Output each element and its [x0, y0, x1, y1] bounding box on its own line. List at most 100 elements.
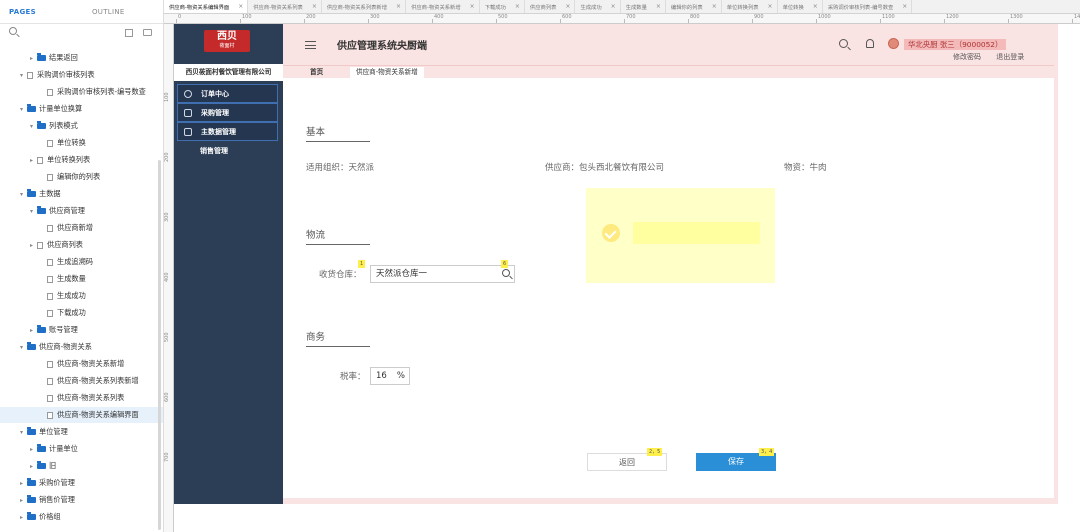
chevron-right-icon[interactable]: ▸	[28, 463, 35, 470]
editor-tab[interactable]: 供应商-物资关系新增 ×	[406, 0, 480, 13]
tree-item[interactable]: 生成追溯码	[0, 254, 163, 270]
avatar[interactable]	[888, 38, 899, 49]
editor-tab[interactable]: 供应商列表 ×	[525, 0, 576, 13]
close-icon[interactable]: ×	[656, 3, 661, 10]
tree-item[interactable]: ▾ 供应商管理	[0, 203, 163, 219]
tab-pages[interactable]: PAGES	[9, 8, 36, 16]
note-badge: 2，5	[647, 448, 663, 456]
chevron-down-icon[interactable]: ▾	[18, 429, 25, 436]
tree-item[interactable]: ▸ 计量单位	[0, 441, 163, 457]
tree-item[interactable]: ▾ 采购调价审核列表	[0, 67, 163, 83]
chevron-right-icon[interactable]: ▸	[28, 446, 35, 453]
ruler-label: 100	[242, 14, 252, 20]
tree-item-label: 列表模式	[49, 121, 78, 130]
chevron-down-icon[interactable]: ▾	[18, 191, 25, 198]
menu-item-sales[interactable]: 销售管理	[177, 141, 278, 160]
add-page-icon[interactable]	[125, 29, 133, 37]
tree-item[interactable]: ▾ 单位管理	[0, 424, 163, 440]
menu-item-purchase[interactable]: 采购管理	[177, 103, 278, 122]
tree-item[interactable]: ▸ 账号管理	[0, 322, 163, 338]
chevron-right-icon[interactable]: ▸	[28, 157, 35, 164]
chevron-down-icon[interactable]: ▾	[18, 72, 25, 79]
editor-tab[interactable]: 生成成功 ×	[575, 0, 621, 13]
chevron-down-icon[interactable]: ▾	[18, 106, 25, 113]
tree-item[interactable]: ▸ 结果返回	[0, 50, 163, 66]
tree-item[interactable]: ▸ 单位转换列表	[0, 152, 163, 168]
tab-current[interactable]: 供应商-物资关系新增	[350, 67, 424, 78]
close-icon[interactable]: ×	[312, 3, 317, 10]
close-icon[interactable]: ×	[813, 3, 818, 10]
tree-item[interactable]: 生成成功	[0, 288, 163, 304]
close-icon[interactable]: ×	[565, 3, 570, 10]
user-name[interactable]: 华北央厨 张三（9000052）	[904, 39, 1007, 50]
tab-home[interactable]: 首页	[304, 67, 329, 78]
editor-tab[interactable]: 采购调价审核列表-编号数查 ×	[823, 0, 913, 13]
chevron-right-icon[interactable]: ▸	[18, 497, 25, 504]
editor-tab[interactable]: 供应商-物资关系列表 ×	[248, 0, 322, 13]
close-icon[interactable]: ×	[515, 3, 520, 10]
tree-item[interactable]: 采购调价审核列表-编号数查	[0, 84, 163, 100]
logout-link[interactable]: 退出登录	[996, 53, 1024, 61]
editor-tab[interactable]: 供应商-物资关系编辑界面 ×	[164, 0, 249, 13]
add-folder-icon[interactable]	[143, 29, 152, 36]
search-icon[interactable]	[502, 269, 510, 277]
close-icon[interactable]: ×	[712, 3, 717, 10]
material-label: 物资：牛肉	[784, 163, 827, 173]
ruler-label: 1300	[1010, 14, 1023, 20]
tree-item[interactable]: ▸ 价格组	[0, 509, 163, 525]
tree-item-label: 结果返回	[49, 53, 78, 62]
close-icon[interactable]: ×	[238, 3, 243, 10]
tree-item[interactable]: ▸ 采购价管理	[0, 475, 163, 491]
warehouse-input[interactable]: 天然派仓库一	[370, 265, 515, 283]
tree-item[interactable]: 供应商-物资关系新增	[0, 356, 163, 372]
menu-item-master-data[interactable]: 主数据管理	[177, 122, 278, 141]
tree-item[interactable]: 供应商-物资关系列表新增	[0, 373, 163, 389]
close-icon[interactable]: ×	[768, 3, 773, 10]
panel-scrollbar[interactable]	[158, 160, 161, 530]
tree-item[interactable]: ▾ 供应商-物资关系	[0, 339, 163, 355]
change-password-link[interactable]: 修改密码	[953, 53, 981, 61]
tree-item[interactable]: 供应商-物资关系列表	[0, 390, 163, 406]
bell-icon[interactable]	[866, 39, 874, 48]
chevron-right-icon[interactable]: ▸	[28, 327, 35, 334]
editor-tab[interactable]: 单位转换列表 ×	[722, 0, 778, 13]
tree-item[interactable]: 单位转换	[0, 135, 163, 151]
tree-item[interactable]: ▸ 旧	[0, 458, 163, 474]
close-icon[interactable]: ×	[902, 3, 907, 10]
search-icon[interactable]	[9, 27, 17, 35]
editor-tab[interactable]: 供应商-物资关系列表新增 ×	[322, 0, 407, 13]
page-icon	[37, 241, 43, 249]
tree-item[interactable]: ▸ 供应商列表	[0, 237, 163, 253]
close-icon[interactable]: ×	[611, 3, 616, 10]
editor-tab[interactable]: 下载成功 ×	[480, 0, 525, 13]
tree-item[interactable]: ▾ 主数据	[0, 186, 163, 202]
search-icon[interactable]	[839, 39, 848, 48]
tree-item[interactable]: 供应商新增	[0, 220, 163, 236]
tax-input[interactable]: 16 %	[370, 367, 410, 385]
chevron-down-icon[interactable]: ▾	[28, 208, 35, 215]
close-icon[interactable]: ×	[470, 3, 475, 10]
tree-item-label: 生成数量	[57, 274, 86, 283]
close-icon[interactable]: ×	[396, 3, 401, 10]
tree-item[interactable]: 编辑你的列表	[0, 169, 163, 185]
editor-tab[interactable]: 生成数量 ×	[621, 0, 666, 13]
chevron-right-icon[interactable]: ▸	[28, 55, 35, 62]
ruler-tick	[816, 19, 817, 23]
editor-tab[interactable]: 单位转换 ×	[778, 0, 823, 13]
chevron-right-icon[interactable]: ▸	[28, 242, 35, 249]
chevron-down-icon[interactable]: ▾	[18, 344, 25, 351]
tree-item[interactable]: 生成数量	[0, 271, 163, 287]
tree-item[interactable]: 供应商-物资关系编辑界面	[0, 407, 163, 423]
tree-item[interactable]: ▸ 销售价管理	[0, 492, 163, 508]
chevron-right-icon[interactable]: ▸	[18, 514, 25, 521]
menu-item-orders[interactable]: 订单中心	[177, 84, 278, 103]
chevron-right-icon[interactable]: ▸	[18, 480, 25, 487]
tab-outline[interactable]: OUTLINE	[92, 8, 125, 16]
tree-item[interactable]: ▾ 列表模式	[0, 118, 163, 134]
page-icon	[37, 156, 43, 164]
editor-tab[interactable]: 编辑你的列表 ×	[666, 0, 722, 13]
chevron-down-icon[interactable]: ▾	[28, 123, 35, 130]
tree-item[interactable]: 下载成功	[0, 305, 163, 321]
tree-item[interactable]: ▾ 计量单位换算	[0, 101, 163, 117]
hamburger-icon[interactable]	[305, 41, 316, 49]
